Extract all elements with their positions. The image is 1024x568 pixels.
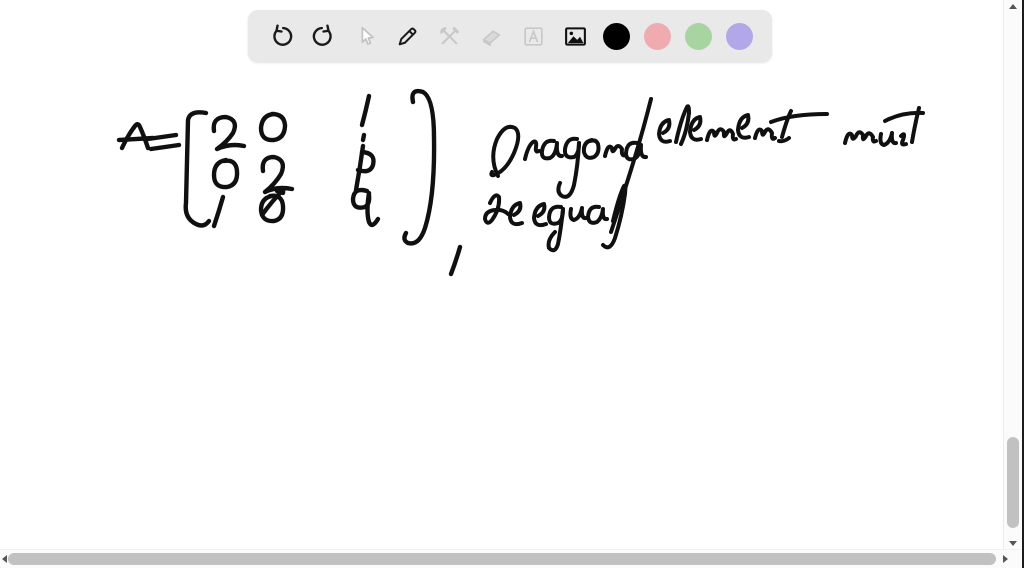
pen-tool-button[interactable] bbox=[393, 22, 421, 50]
text-tool-button[interactable] bbox=[519, 22, 547, 50]
pointer-tool-button[interactable] bbox=[351, 22, 379, 50]
handwriting-note bbox=[483, 97, 925, 253]
color-swatch-pink[interactable] bbox=[644, 22, 671, 50]
handwriting-layer bbox=[116, 88, 925, 277]
crossed-tools-icon bbox=[437, 24, 462, 49]
comma-stroke bbox=[448, 244, 463, 277]
image-tool-button[interactable] bbox=[561, 22, 589, 50]
whiteboard-app bbox=[0, 0, 1024, 568]
scroll-down-arrow-icon[interactable] bbox=[1009, 541, 1017, 546]
handwriting-equation-lhs bbox=[116, 122, 182, 152]
color-swatch-green[interactable] bbox=[685, 22, 712, 50]
text-a-icon bbox=[521, 24, 546, 49]
scroll-right-arrow-icon[interactable] bbox=[1003, 555, 1008, 563]
pencil-icon bbox=[395, 24, 420, 49]
cursor-icon bbox=[353, 24, 378, 49]
vertical-scrollbar-thumb[interactable] bbox=[1007, 437, 1019, 528]
image-icon bbox=[563, 24, 588, 49]
toolbar bbox=[248, 10, 772, 62]
matrix-row-3 bbox=[211, 186, 381, 229]
handwriting-note-line2 bbox=[483, 183, 628, 253]
undo-button[interactable] bbox=[267, 22, 295, 50]
horizontal-scrollbar[interactable] bbox=[0, 549, 1022, 568]
matrix-left-bracket bbox=[183, 110, 212, 228]
color-swatch-purple[interactable] bbox=[726, 22, 753, 50]
vertical-scrollbar[interactable] bbox=[1003, 0, 1022, 550]
matrix-row-1 bbox=[211, 93, 372, 152]
undo-arrow-icon bbox=[269, 23, 294, 49]
eraser-icon bbox=[479, 24, 504, 49]
scroll-left-arrow-icon[interactable] bbox=[2, 555, 7, 563]
handwriting-equation bbox=[116, 88, 463, 277]
horizontal-scrollbar-thumb[interactable] bbox=[8, 553, 996, 565]
matrix-right-bracket bbox=[402, 88, 437, 246]
color-swatch-black[interactable] bbox=[603, 22, 630, 50]
scroll-up-arrow-icon[interactable] bbox=[1009, 4, 1017, 9]
handwriting-note-line1 bbox=[489, 97, 925, 234]
redo-arrow-icon bbox=[311, 23, 336, 49]
drawing-canvas[interactable] bbox=[0, 0, 1024, 568]
shapes-tool-button[interactable] bbox=[435, 22, 463, 50]
eraser-tool-button[interactable] bbox=[477, 22, 505, 50]
redo-button[interactable] bbox=[309, 22, 337, 50]
